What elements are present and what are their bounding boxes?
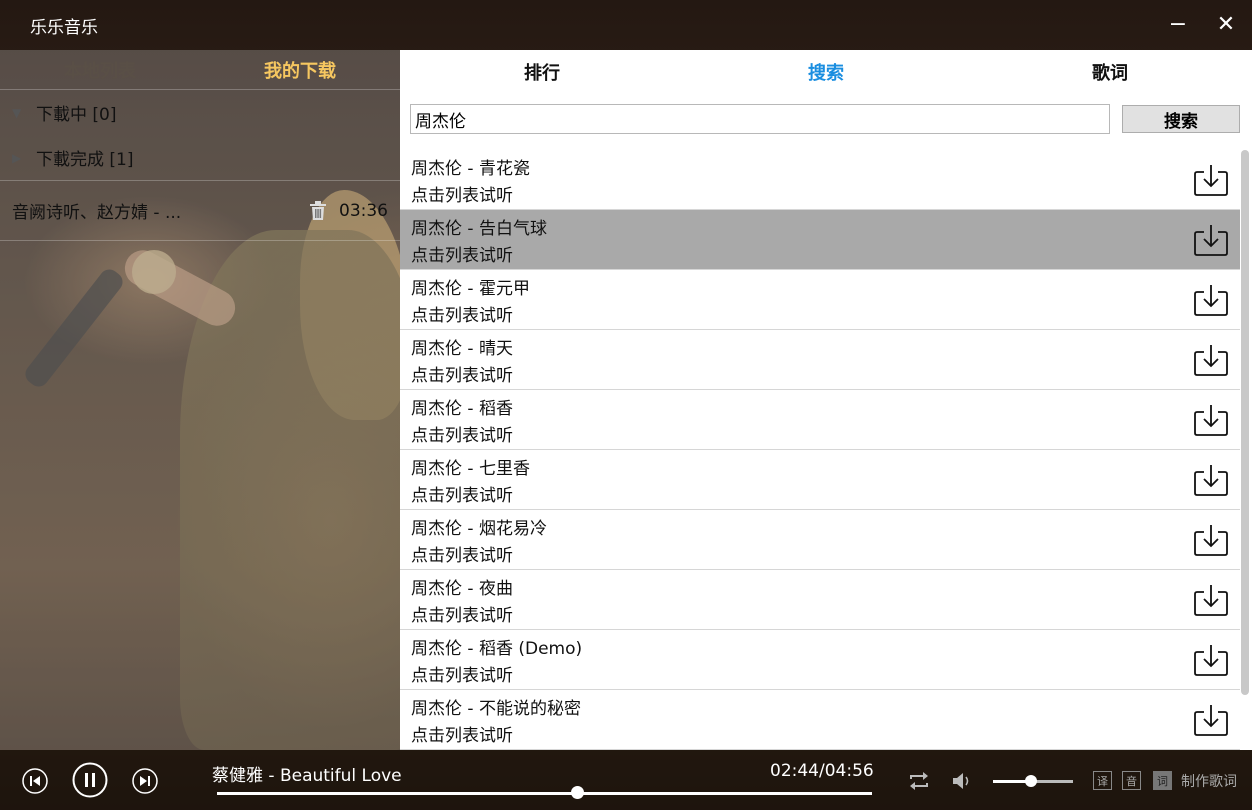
result-subtitle: 点击列表试听	[411, 186, 513, 206]
repeat-button[interactable]	[907, 770, 931, 796]
group-completed-label: 下載完成 [1]	[36, 150, 134, 170]
result-title: 周杰伦 - 晴天	[411, 339, 513, 359]
result-subtitle: 点击列表试听	[411, 606, 513, 626]
result-subtitle: 点击列表试听	[411, 546, 513, 566]
result-row[interactable]: 周杰伦 - 霍元甲 点击列表试听	[400, 270, 1240, 330]
group-downloading[interactable]: ▼ 下載中 [0]	[0, 90, 400, 135]
result-title: 周杰伦 - 夜曲	[411, 579, 513, 599]
progress-track[interactable]	[217, 792, 872, 795]
download-item[interactable]: 音阙诗听、赵方婧 - ... 03:36	[0, 181, 400, 241]
download-icon[interactable]	[1194, 524, 1228, 556]
triangle-down-icon: ▼	[12, 105, 22, 120]
download-icon[interactable]	[1194, 164, 1228, 196]
download-item-duration: 03:36	[339, 200, 388, 221]
group-completed[interactable]: ▶ 下載完成 [1]	[0, 135, 400, 180]
volume-icon	[953, 773, 969, 789]
download-icon[interactable]	[1194, 284, 1228, 316]
translate-lyrics-button[interactable]: 译	[1093, 771, 1112, 790]
right-panel: 排行 搜索 歌词 搜索 周杰伦 - 青花瓷点击列表试听周杰伦 - 告白气球点击列…	[400, 50, 1252, 750]
result-subtitle: 点击列表试听	[411, 306, 513, 326]
playback-time: 02:44/04:56	[770, 761, 874, 781]
search-input[interactable]	[410, 104, 1110, 134]
progress-knob[interactable]	[571, 786, 585, 799]
result-subtitle: 点击列表试听	[411, 246, 513, 266]
app-title: 乐乐音乐	[30, 17, 98, 38]
result-title: 周杰伦 - 告白气球	[411, 219, 547, 239]
repeat-icon	[910, 772, 928, 790]
result-row[interactable]: 周杰伦 - 不能说的秘密 点击列表试听	[400, 690, 1240, 750]
result-subtitle: 点击列表试听	[411, 366, 513, 386]
result-subtitle: 点击列表试听	[411, 426, 513, 446]
search-button[interactable]: 搜索	[1122, 105, 1240, 133]
triangle-right-icon: ▶	[12, 150, 22, 165]
download-item-name: 音阙诗听、赵方婧 - ...	[12, 203, 182, 223]
minimize-button[interactable]: −	[1166, 14, 1190, 36]
prev-icon	[22, 768, 48, 794]
result-row[interactable]: 周杰伦 - 七里香 点击列表试听	[400, 450, 1240, 510]
result-row[interactable]: 周杰伦 - 晴天 点击列表试听	[400, 330, 1240, 390]
search-results-list: 周杰伦 - 青花瓷 点击列表试听 周杰伦 - 告白气球 点击列表试听 周杰伦 - 霍元甲…	[400, 150, 1240, 750]
tab-ranking[interactable]: 排行	[400, 50, 684, 94]
download-icon[interactable]	[1194, 464, 1228, 496]
result-title: 周杰伦 - 霍元甲	[411, 279, 530, 299]
next-icon	[132, 768, 158, 794]
download-icon[interactable]	[1194, 404, 1228, 436]
lyrics-icon[interactable]: 词	[1153, 771, 1172, 790]
download-icon[interactable]	[1194, 704, 1228, 736]
result-row[interactable]: 周杰伦 - 烟花易冷 点击列表试听	[400, 510, 1240, 570]
pause-button[interactable]	[72, 762, 108, 802]
previous-button[interactable]	[22, 768, 48, 798]
download-icon[interactable]	[1194, 584, 1228, 616]
volume-knob[interactable]	[1025, 775, 1038, 787]
group-downloading-label: 下載中 [0]	[36, 105, 117, 125]
window-controls: − ✕	[1166, 14, 1238, 36]
result-row[interactable]: 周杰伦 - 稻香 点击列表试听	[400, 390, 1240, 450]
left-tabs: 本地列表 我的下载	[0, 50, 400, 90]
result-subtitle: 点击列表试听	[411, 666, 513, 686]
result-row[interactable]: 周杰伦 - 告白气球 点击列表试听	[400, 210, 1240, 270]
tab-search[interactable]: 搜索	[684, 50, 968, 94]
next-button[interactable]	[132, 768, 158, 798]
tab-lyrics[interactable]: 歌词	[968, 50, 1252, 94]
close-button[interactable]: ✕	[1214, 14, 1238, 36]
transliterate-lyrics-button[interactable]: 音	[1122, 771, 1141, 790]
left-panel: 本地列表 我的下载 ▼ 下載中 [0] ▶ 下載完成 [1] 音阙诗听、赵方婧 …	[0, 50, 400, 750]
download-icon[interactable]	[1194, 224, 1228, 256]
search-row: 搜索	[400, 94, 1252, 134]
tab-my-downloads[interactable]: 我的下载	[200, 50, 400, 89]
result-title: 周杰伦 - 不能说的秘密	[411, 699, 581, 719]
title-bar: 乐乐音乐 − ✕	[0, 0, 1252, 50]
download-icon[interactable]	[1194, 344, 1228, 376]
result-row[interactable]: 周杰伦 - 夜曲 点击列表试听	[400, 570, 1240, 630]
now-playing-title: 蔡健雅 - Beautiful Love	[212, 766, 402, 786]
result-subtitle: 点击列表试听	[411, 486, 513, 506]
result-title: 周杰伦 - 七里香	[411, 459, 530, 479]
result-title: 周杰伦 - 稻香	[411, 399, 513, 419]
trash-icon[interactable]	[307, 200, 329, 222]
result-title: 周杰伦 - 烟花易冷	[411, 519, 547, 539]
player-bar: 蔡健雅 - Beautiful Love 02:44/04:56 译 音 词 制…	[0, 750, 1252, 810]
pause-icon	[72, 762, 108, 798]
result-row[interactable]: 周杰伦 - 稻香 (Demo) 点击列表试听	[400, 630, 1240, 690]
make-lyrics-button[interactable]: 制作歌词	[1181, 771, 1237, 791]
volume-button[interactable]	[951, 770, 973, 796]
right-tabs: 排行 搜索 歌词	[400, 50, 1252, 94]
result-title: 周杰伦 - 青花瓷	[411, 159, 530, 179]
download-icon[interactable]	[1194, 644, 1228, 676]
result-title: 周杰伦 - 稻香 (Demo)	[411, 639, 583, 659]
tab-local-list[interactable]: 本地列表	[0, 50, 200, 89]
results-scrollbar[interactable]	[1241, 150, 1249, 695]
result-row[interactable]: 周杰伦 - 青花瓷 点击列表试听	[400, 150, 1240, 210]
result-subtitle: 点击列表试听	[411, 726, 513, 746]
